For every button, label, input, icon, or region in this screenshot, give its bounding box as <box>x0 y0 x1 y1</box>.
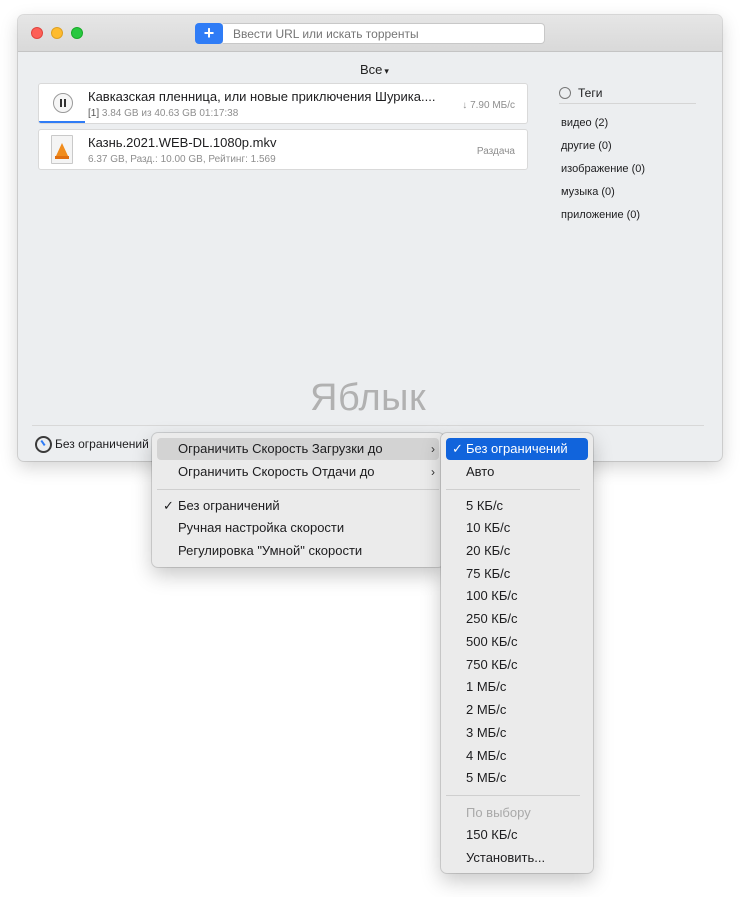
submenu-item-4mbs[interactable]: 4 МБ/с <box>446 745 588 767</box>
submenu-item-1mbs[interactable]: 1 МБ/с <box>446 676 588 698</box>
menu-item-label: Ограничить Скорость Отдачи до <box>178 464 375 479</box>
minimize-window-button[interactable] <box>51 27 63 39</box>
app-window: + Все▾ Кавказская пленница, или новые пр… <box>18 15 722 461</box>
submenu-item-auto[interactable]: Авто <box>446 461 588 483</box>
checkmark-icon: ✓ <box>452 441 463 456</box>
submenu-item-250kbs[interactable]: 250 КБ/с <box>446 608 588 630</box>
torrent-name: Кавказская пленница, или новые приключен… <box>88 89 436 104</box>
torrent-row[interactable]: Кавказская пленница, или новые приключен… <box>38 83 528 124</box>
submenu-item-150kbs[interactable]: 150 КБ/с <box>446 824 588 846</box>
submenu-item-5mbs[interactable]: 5 МБ/с <box>446 767 588 789</box>
torrent-index: [1] <box>88 108 100 119</box>
submenu-item-100kbs[interactable]: 100 КБ/с <box>446 585 588 607</box>
submenu-item-label: Без ограничений <box>466 441 568 456</box>
vlc-file-icon <box>51 135 73 164</box>
tags-title: Теги <box>578 86 603 100</box>
submenu-item-unlimited[interactable]: ✓ Без ограничений <box>446 438 588 460</box>
menu-item-limit-upload[interactable]: Ограничить Скорость Отдачи до › <box>157 461 439 483</box>
filter-dropdown[interactable]: Все ▾ <box>360 62 389 77</box>
menu-separator <box>446 489 580 490</box>
add-torrent-button[interactable]: + <box>195 23 223 44</box>
tag-item-image[interactable]: изображение (0) <box>561 163 645 175</box>
torrent-row[interactable]: Казнь.2021.WEB-DL.1080p.mkv 6.37 GB, Раз… <box>38 129 528 170</box>
submenu-item-set[interactable]: Установить... <box>446 847 588 869</box>
submenu-section-custom: По выбору <box>466 805 531 820</box>
menu-separator <box>446 795 580 796</box>
speed-context-menu: Ограничить Скорость Загрузки до › Ограни… <box>152 433 444 567</box>
menu-item-manual-speed[interactable]: Ручная настройка скорости <box>157 517 439 539</box>
menu-item-unlimited[interactable]: ✓ Без ограничений <box>157 495 439 517</box>
filter-label: Все <box>360 62 383 77</box>
plus-icon: + <box>203 23 215 43</box>
download-speed-submenu: ✓ Без ограничений Авто 5 КБ/с 10 КБ/с 20… <box>441 433 593 873</box>
submenu-item-75kbs[interactable]: 75 КБ/с <box>446 563 588 585</box>
menu-item-label: Без ограничений <box>178 498 280 513</box>
chevron-right-icon: › <box>431 465 435 479</box>
torrent-status: Раздача <box>476 146 515 157</box>
tag-item-other[interactable]: другие (0) <box>561 140 612 152</box>
menu-item-label: Ручная настройка скорости <box>178 520 345 535</box>
tag-item-app[interactable]: приложение (0) <box>561 209 640 221</box>
chevron-down-icon: ▾ <box>384 66 389 76</box>
watermark: Яблык <box>310 377 427 419</box>
menu-item-label: Регулировка "Умной" скорости <box>178 543 363 558</box>
torrent-progress-bar <box>39 121 85 123</box>
speedometer-icon[interactable] <box>35 436 52 453</box>
speed-limit-label[interactable]: Без ограничений <box>55 437 149 451</box>
torrent-info: [1] 3.84 GB из 40.63 GB 01:17:38 <box>88 108 238 119</box>
toolbar: + <box>18 15 722 52</box>
search-input[interactable] <box>223 23 545 44</box>
torrent-progress-text: 3.84 GB из 40.63 GB 01:17:38 <box>101 108 239 119</box>
menu-item-limit-download[interactable]: Ограничить Скорость Загрузки до › <box>157 438 439 460</box>
torrent-name: Казнь.2021.WEB-DL.1080p.mkv <box>88 135 277 150</box>
menu-item-smart-speed[interactable]: Регулировка "Умной" скорости <box>157 540 439 562</box>
submenu-item-5kbs[interactable]: 5 КБ/с <box>446 495 588 517</box>
torrent-info: 6.37 GB, Разд.: 10.00 GB, Рейтинг: 1.569 <box>88 154 276 165</box>
close-window-button[interactable] <box>31 27 43 39</box>
zoom-window-button[interactable] <box>71 27 83 39</box>
menu-item-label: Ограничить Скорость Загрузки до <box>178 441 383 456</box>
submenu-item-500kbs[interactable]: 500 КБ/с <box>446 631 588 653</box>
status-bar-divider <box>32 425 704 426</box>
tag-item-music[interactable]: музыка (0) <box>561 186 615 198</box>
checkmark-icon: ✓ <box>163 498 174 513</box>
tag-item-video[interactable]: видео (2) <box>561 117 608 129</box>
pause-icon[interactable] <box>53 93 73 113</box>
circle-icon <box>559 87 571 99</box>
menu-separator <box>157 489 439 490</box>
tags-header[interactable]: Теги <box>559 86 696 104</box>
submenu-item-10kbs[interactable]: 10 КБ/с <box>446 517 588 539</box>
torrent-status: ↓ 7.90 МБ/с <box>462 100 515 111</box>
chevron-right-icon: › <box>431 442 435 456</box>
submenu-item-3mbs[interactable]: 3 МБ/с <box>446 722 588 744</box>
submenu-item-2mbs[interactable]: 2 МБ/с <box>446 699 588 721</box>
submenu-item-20kbs[interactable]: 20 КБ/с <box>446 540 588 562</box>
submenu-item-750kbs[interactable]: 750 КБ/с <box>446 654 588 676</box>
